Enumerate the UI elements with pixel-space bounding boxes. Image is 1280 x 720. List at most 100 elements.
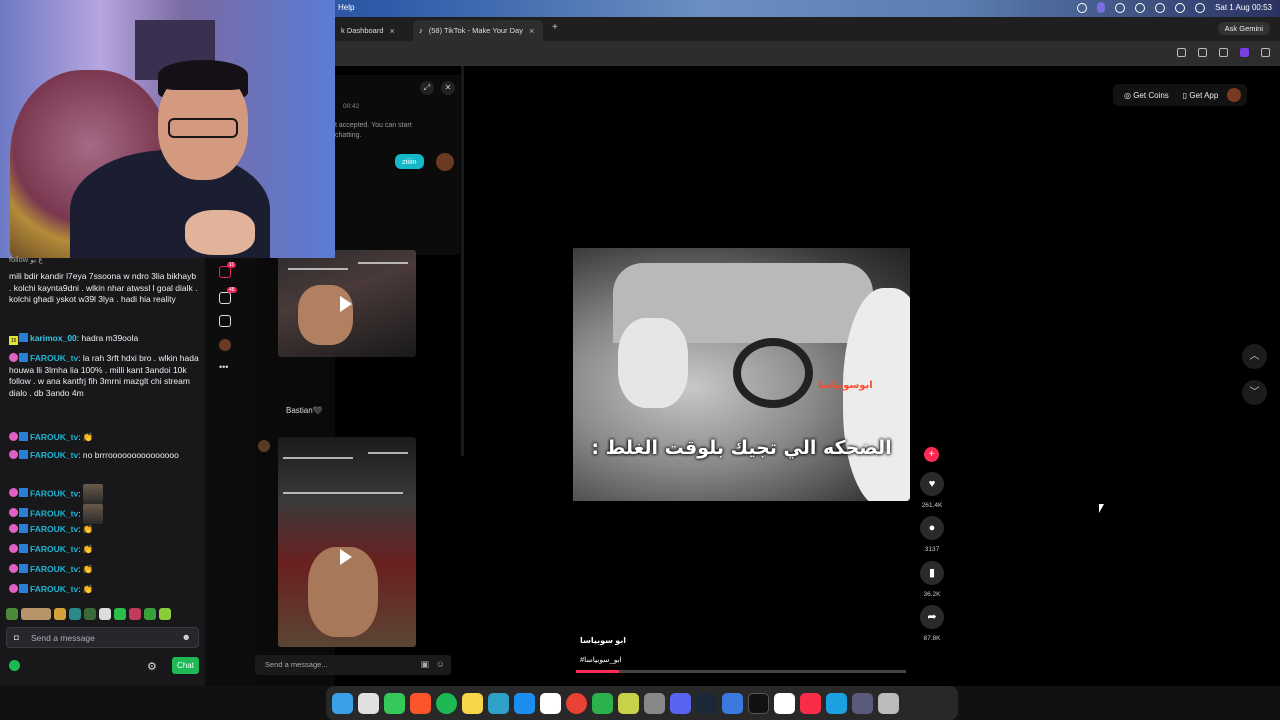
- next-video-button[interactable]: ﹀: [1242, 380, 1267, 405]
- system-settings-icon[interactable]: [644, 692, 665, 714]
- spotlight-icon[interactable]: [1175, 2, 1186, 13]
- expand-icon[interactable]: ⤢: [420, 81, 434, 95]
- emote-icon[interactable]: [84, 608, 96, 620]
- discord-icon[interactable]: [670, 692, 691, 714]
- profile-icon[interactable]: [1240, 48, 1249, 57]
- tab-tiktok[interactable]: ♪ (58) TikTok - Make Your Day ×: [413, 20, 543, 41]
- new-tab-button[interactable]: +: [552, 22, 558, 33]
- video-author[interactable]: ابو سوبياسا: [580, 636, 626, 645]
- close-icon[interactable]: ✕: [441, 81, 455, 95]
- notion-icon[interactable]: [540, 692, 561, 714]
- install-app-icon[interactable]: [1177, 48, 1186, 57]
- message-bubble: ziiiin: [395, 154, 424, 169]
- chat-username[interactable]: FAROUK_tv: [30, 432, 78, 442]
- spotify-icon[interactable]: [436, 692, 457, 714]
- previous-video-button[interactable]: ︿: [1242, 344, 1267, 369]
- video-hashtag[interactable]: #ابو_سوبياسا: [580, 655, 622, 664]
- emote-icon[interactable]: [54, 608, 66, 620]
- play-icon[interactable]: [1115, 2, 1126, 13]
- brave-icon[interactable]: [410, 692, 431, 714]
- wifi-icon[interactable]: [1155, 2, 1166, 13]
- ask-gemini-button[interactable]: Ask Gemini: [1217, 22, 1270, 35]
- message-input[interactable]: Send a message... ▣ ☺: [255, 655, 451, 675]
- chat-message: FAROUK_tv:: [9, 504, 199, 524]
- chat-username[interactable]: FAROUK_tv: [30, 353, 78, 363]
- more-menu-icon[interactable]: [1261, 48, 1270, 57]
- siri-icon[interactable]: [1195, 2, 1206, 13]
- chat-username[interactable]: FAROUK_tv: [30, 450, 78, 460]
- emote-icon[interactable]: [144, 608, 156, 620]
- whatsapp-icon[interactable]: [592, 692, 613, 714]
- tiktok-icon[interactable]: [748, 692, 769, 714]
- control-center-icon[interactable]: [1097, 2, 1106, 13]
- emote-icon[interactable]: [159, 608, 171, 620]
- tab-search-icon[interactable]: [1219, 48, 1228, 57]
- close-icon[interactable]: ×: [529, 26, 534, 36]
- channel-points-icon[interactable]: [9, 660, 20, 671]
- like-button[interactable]: ♥: [920, 472, 944, 496]
- keyboard-input-icon[interactable]: [1135, 2, 1146, 13]
- app-icon[interactable]: [722, 692, 743, 714]
- screen-record-icon[interactable]: [1077, 2, 1088, 13]
- video-progress-bar[interactable]: [576, 670, 906, 673]
- video-thumbnail[interactable]: [278, 250, 416, 357]
- video-thumbnail[interactable]: [278, 437, 416, 647]
- close-icon[interactable]: ×: [390, 26, 395, 36]
- chat-username[interactable]: FAROUK_tv: [30, 508, 78, 518]
- messages-icon[interactable]: [384, 692, 405, 714]
- panel-scrollbar[interactable]: [461, 66, 464, 456]
- share-button[interactable]: ➦: [920, 605, 944, 629]
- emote-icon[interactable]: [129, 608, 141, 620]
- app-store-icon[interactable]: [514, 692, 535, 714]
- get-coins-button[interactable]: ◎ Get Coins: [1119, 89, 1174, 102]
- bookmark-button[interactable]: ▮: [920, 561, 944, 585]
- safari-icon[interactable]: [826, 692, 847, 714]
- comment-button[interactable]: ●: [920, 516, 944, 540]
- emote-icon[interactable]: [114, 608, 126, 620]
- chat-username[interactable]: FAROUK_tv: [30, 584, 78, 594]
- capcut-icon[interactable]: [774, 692, 795, 714]
- avatar[interactable]: [436, 153, 454, 171]
- chat-send-button[interactable]: Chat: [172, 657, 199, 674]
- more-icon[interactable]: •••: [219, 362, 228, 372]
- chat-username[interactable]: FAROUK_tv: [30, 564, 78, 574]
- follow-button[interactable]: +: [924, 447, 939, 462]
- add-icon[interactable]: [219, 315, 231, 327]
- chat-username[interactable]: FAROUK_tv: [30, 488, 78, 498]
- notes-icon[interactable]: [462, 692, 483, 714]
- davinci-icon[interactable]: [852, 692, 873, 714]
- emoji-icon[interactable]: ☺: [436, 659, 445, 669]
- emote-icon[interactable]: [21, 608, 51, 620]
- emote-icon[interactable]: [69, 608, 81, 620]
- menu-help[interactable]: Help: [338, 3, 354, 12]
- chat-username[interactable]: FAROUK_tv: [30, 524, 78, 534]
- avatar[interactable]: [1227, 88, 1242, 102]
- music-icon[interactable]: [800, 692, 821, 714]
- tab-dashboard[interactable]: k Dashboard ×: [335, 20, 410, 41]
- save-count: 36.2K: [923, 591, 941, 598]
- chat-username[interactable]: FAROUK_tv: [30, 544, 78, 554]
- launchpad-icon[interactable]: [358, 692, 379, 714]
- menu-clock[interactable]: Sat 1 Aug 00:53: [1215, 3, 1272, 12]
- freeform-icon[interactable]: [488, 692, 509, 714]
- emoji-icon[interactable]: ☻: [182, 632, 191, 642]
- chrome-icon[interactable]: [566, 692, 587, 714]
- video-player[interactable]: [573, 248, 910, 501]
- finder-icon[interactable]: [332, 692, 353, 714]
- utility-icon[interactable]: [618, 692, 639, 714]
- emote-icon[interactable]: [99, 608, 111, 620]
- bookmark-star-icon[interactable]: [1198, 48, 1207, 57]
- play-icon[interactable]: [340, 549, 352, 565]
- inbox-icon[interactable]: [219, 292, 231, 304]
- gear-icon[interactable]: ⚙: [147, 660, 157, 673]
- play-icon[interactable]: [340, 296, 352, 312]
- chat-input[interactable]: ◘ Send a message ☻: [6, 627, 199, 648]
- steam-icon[interactable]: [696, 692, 717, 714]
- chat-username[interactable]: karimox_00: [30, 333, 77, 343]
- avatar[interactable]: [219, 339, 231, 351]
- avatar[interactable]: [258, 440, 270, 452]
- image-icon[interactable]: ▣: [420, 659, 429, 670]
- trash-icon[interactable]: [878, 692, 899, 714]
- emote-icon[interactable]: [6, 608, 18, 620]
- get-app-button[interactable]: ▯ Get App: [1178, 89, 1224, 102]
